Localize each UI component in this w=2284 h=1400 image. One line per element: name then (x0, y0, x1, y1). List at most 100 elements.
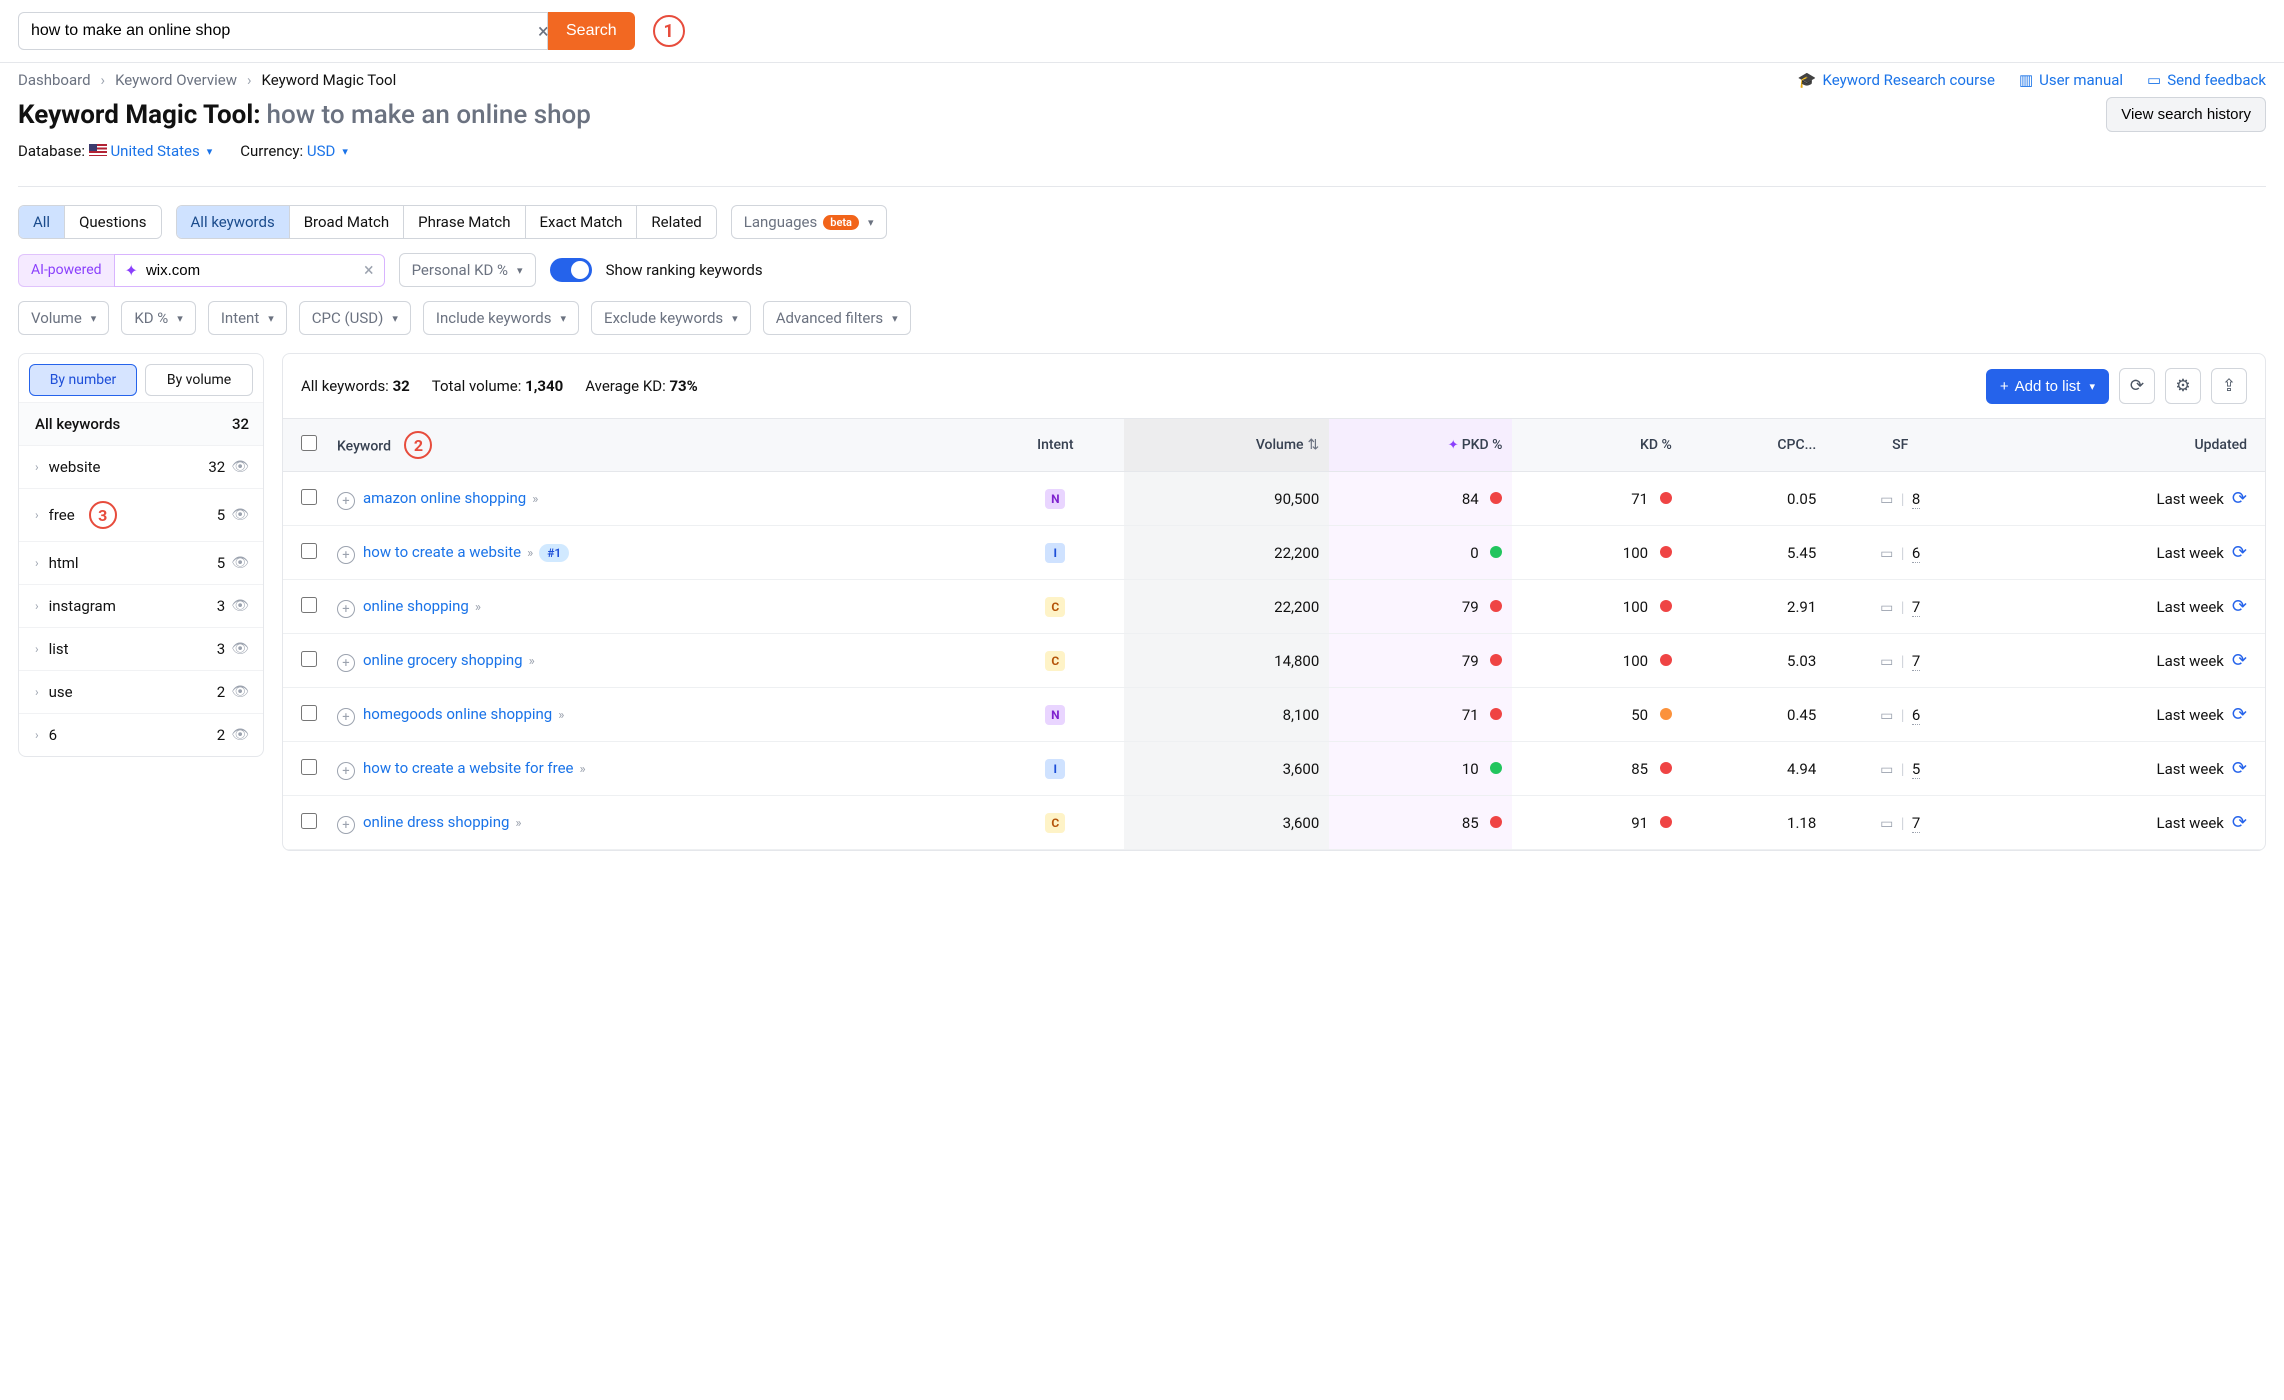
row-checkbox[interactable] (301, 813, 317, 829)
col-intent[interactable]: Intent (986, 419, 1124, 472)
eye-icon[interactable]: 👁 (231, 727, 249, 743)
keyword-link[interactable]: amazon online shopping (363, 489, 526, 507)
search-button[interactable]: Search (548, 12, 635, 50)
open-icon[interactable]: » (515, 816, 521, 831)
open-icon[interactable]: » (527, 546, 533, 561)
col-keyword[interactable]: Keyword 2 (327, 419, 986, 472)
tab-phrase-match[interactable]: Phrase Match (404, 206, 525, 238)
send-feedback-link[interactable]: ▭Send feedback (2147, 71, 2266, 89)
serp-icon[interactable]: ▭ (1880, 762, 1893, 778)
expand-icon[interactable]: + (337, 762, 355, 780)
refresh-row-icon[interactable]: ⟳ (2232, 596, 2247, 617)
user-manual-link[interactable]: ▥User manual (2019, 71, 2123, 89)
serp-icon[interactable]: ▭ (1880, 600, 1893, 616)
cpc-filter[interactable]: CPC (USD) ▾ (299, 301, 411, 335)
advanced-filters[interactable]: Advanced filters ▾ (763, 301, 911, 335)
eye-icon[interactable]: 👁 (231, 641, 249, 657)
exclude-keywords-filter[interactable]: Exclude keywords ▾ (591, 301, 751, 335)
export-button[interactable]: ⇪ (2211, 368, 2247, 404)
ai-domain-input-wrap[interactable]: ✦ × (114, 254, 385, 287)
clear-search-icon[interactable]: × (538, 19, 549, 43)
eye-icon[interactable]: 👁 (231, 598, 249, 614)
sidebar-item-use[interactable]: ›use2👁 (19, 670, 263, 713)
clear-domain-icon[interactable]: × (364, 260, 374, 281)
tab-exact-match[interactable]: Exact Match (526, 206, 638, 238)
breadcrumb-dashboard[interactable]: Dashboard (18, 71, 91, 89)
open-icon[interactable]: » (475, 600, 481, 615)
col-updated[interactable]: Updated (1974, 419, 2265, 472)
refresh-row-icon[interactable]: ⟳ (2232, 704, 2247, 725)
open-icon[interactable]: » (529, 654, 535, 669)
keyword-link[interactable]: online shopping (363, 597, 469, 615)
open-icon[interactable]: » (579, 762, 585, 777)
expand-icon[interactable]: + (337, 708, 355, 726)
sidebar-item-html[interactable]: ›html5👁 (19, 541, 263, 584)
row-checkbox[interactable] (301, 489, 317, 505)
volume-filter[interactable]: Volume ▾ (18, 301, 109, 335)
breadcrumb-overview[interactable]: Keyword Overview (115, 71, 237, 89)
row-checkbox[interactable] (301, 543, 317, 559)
refresh-row-icon[interactable]: ⟳ (2232, 650, 2247, 671)
search-input[interactable] (18, 12, 548, 50)
view-search-history-button[interactable]: View search history (2106, 97, 2266, 132)
sidebar-tab-by-volume[interactable]: By volume (145, 364, 253, 396)
sidebar-tab-by-number[interactable]: By number (29, 364, 137, 396)
refresh-button[interactable]: ⟳ (2119, 368, 2155, 404)
row-checkbox[interactable] (301, 651, 317, 667)
sidebar-item-6[interactable]: ›62👁 (19, 713, 263, 756)
settings-button[interactable]: ⚙ (2165, 368, 2201, 404)
tab-all-keywords[interactable]: All keywords (177, 206, 290, 238)
col-kd[interactable]: KD % (1512, 419, 1681, 472)
tab-related[interactable]: Related (637, 206, 715, 238)
ai-domain-input[interactable] (146, 255, 356, 286)
col-cpc[interactable]: CPC... (1682, 419, 1827, 472)
keyword-link[interactable]: online grocery shopping (363, 651, 523, 669)
serp-icon[interactable]: ▭ (1880, 708, 1893, 724)
sidebar-all-keywords[interactable]: All keywords 32 (19, 402, 263, 445)
expand-icon[interactable]: + (337, 654, 355, 672)
row-checkbox[interactable] (301, 597, 317, 613)
sidebar-item-instagram[interactable]: ›instagram3👁 (19, 584, 263, 627)
serp-icon[interactable]: ▭ (1880, 546, 1893, 562)
show-ranking-toggle[interactable] (550, 258, 592, 282)
keyword-link[interactable]: how to create a website (363, 543, 521, 561)
refresh-row-icon[interactable]: ⟳ (2232, 488, 2247, 509)
keyword-link[interactable]: online dress shopping (363, 813, 509, 831)
intent-filter[interactable]: Intent ▾ (208, 301, 287, 335)
expand-icon[interactable]: + (337, 492, 355, 510)
expand-icon[interactable]: + (337, 816, 355, 834)
languages-filter[interactable]: Languages beta ▾ (731, 205, 887, 239)
serp-icon[interactable]: ▭ (1880, 654, 1893, 670)
col-pkd[interactable]: ✦PKD % (1329, 419, 1512, 472)
tab-all[interactable]: All (19, 206, 65, 238)
serp-icon[interactable]: ▭ (1880, 492, 1893, 508)
sidebar-item-free[interactable]: ›free35👁 (19, 488, 263, 541)
include-keywords-filter[interactable]: Include keywords ▾ (423, 301, 579, 335)
expand-icon[interactable]: + (337, 600, 355, 618)
row-checkbox[interactable] (301, 759, 317, 775)
keyword-research-course-link[interactable]: 🎓Keyword Research course (1798, 71, 1995, 89)
refresh-row-icon[interactable]: ⟳ (2232, 812, 2247, 833)
add-to-list-button[interactable]: +Add to list ▾ (1986, 369, 2109, 404)
eye-icon[interactable]: 👁 (231, 507, 249, 523)
eye-icon[interactable]: 👁 (231, 555, 249, 571)
sidebar-item-list[interactable]: ›list3👁 (19, 627, 263, 670)
refresh-row-icon[interactable]: ⟳ (2232, 758, 2247, 779)
eye-icon[interactable]: 👁 (231, 459, 249, 475)
tab-broad-match[interactable]: Broad Match (290, 206, 404, 238)
expand-icon[interactable]: + (337, 546, 355, 564)
database-select[interactable]: United States ▾ (110, 142, 212, 160)
keyword-link[interactable]: how to create a website for free (363, 759, 573, 777)
currency-select[interactable]: USD ▾ (307, 142, 348, 160)
tab-questions[interactable]: Questions (65, 206, 160, 238)
open-icon[interactable]: » (558, 708, 564, 723)
col-volume[interactable]: Volume⇅ (1124, 419, 1329, 472)
refresh-row-icon[interactable]: ⟳ (2232, 542, 2247, 563)
serp-icon[interactable]: ▭ (1880, 816, 1893, 832)
row-checkbox[interactable] (301, 705, 317, 721)
keyword-link[interactable]: homegoods online shopping (363, 705, 552, 723)
eye-icon[interactable]: 👁 (231, 684, 249, 700)
col-sf[interactable]: SF (1826, 419, 1974, 472)
personal-kd-filter[interactable]: Personal KD % ▾ (399, 253, 536, 287)
select-all-checkbox[interactable] (301, 435, 317, 451)
